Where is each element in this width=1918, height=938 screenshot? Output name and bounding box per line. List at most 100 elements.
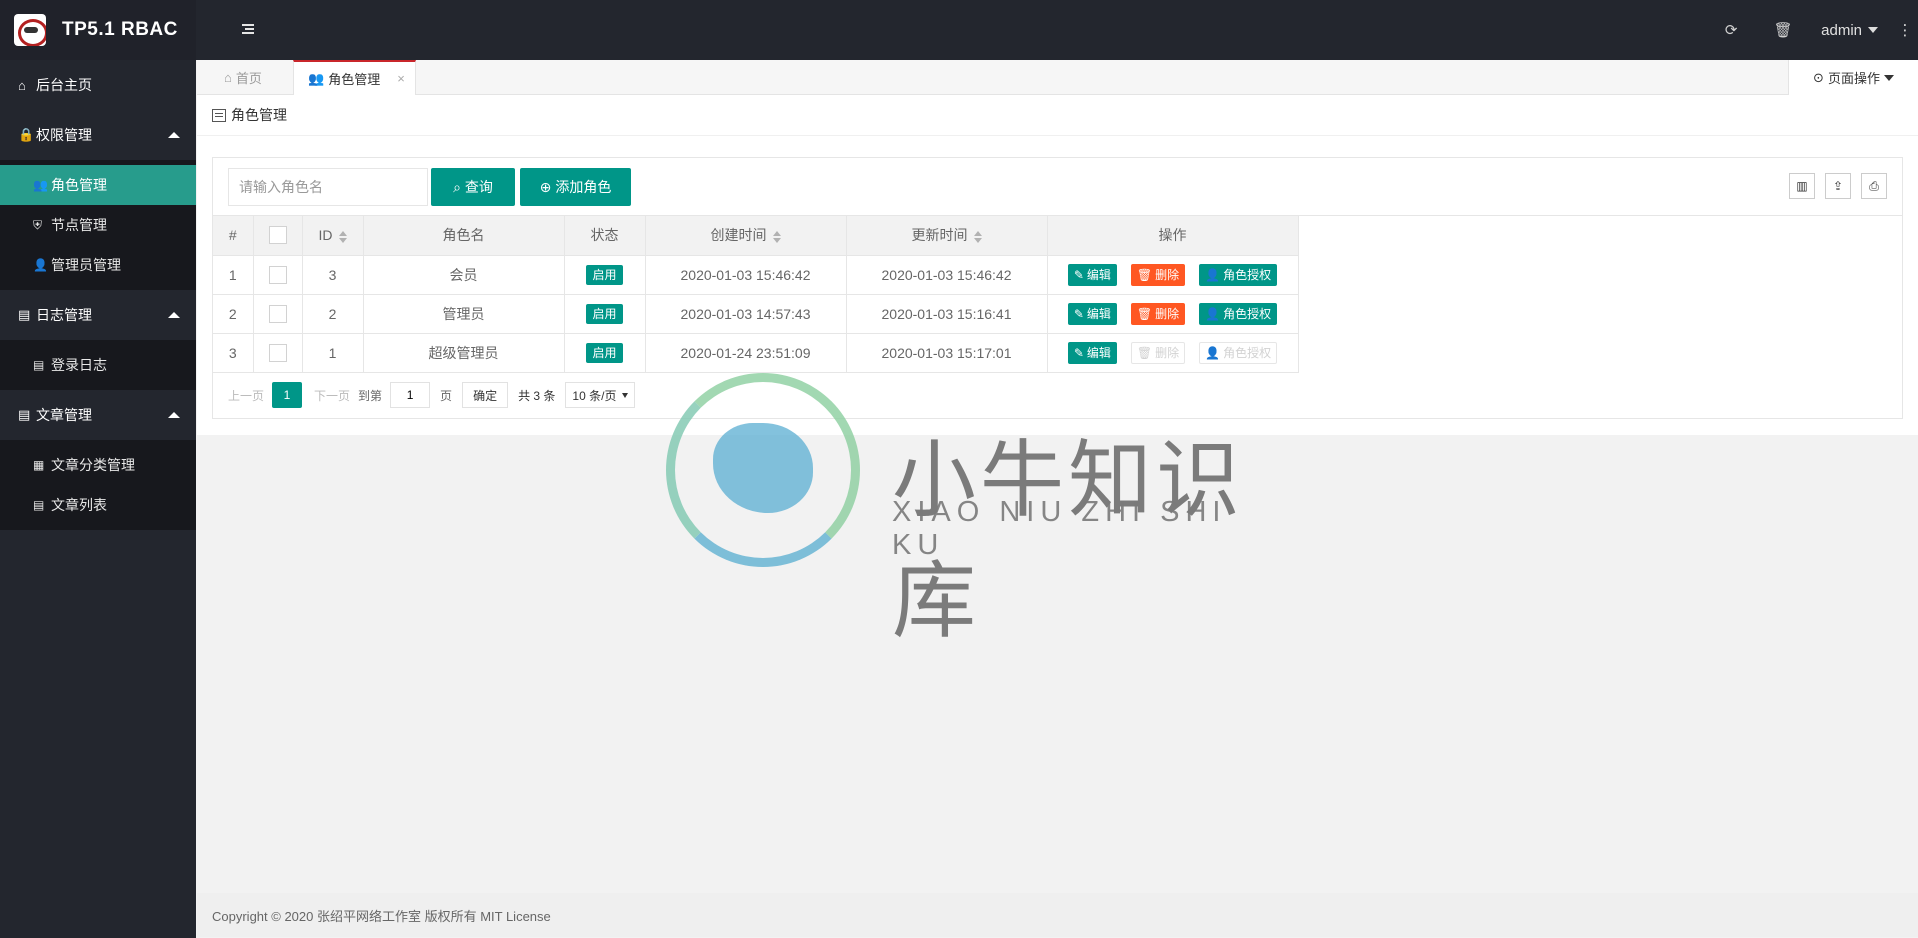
cell-id: 2 (302, 294, 364, 334)
page-operations-button[interactable]: ⊙ 页面操作 (1788, 60, 1918, 95)
sidebar-group-article[interactable]: ▤ 文章管理 (0, 390, 196, 440)
sidebar-item-role[interactable]: 👥 角色管理 (0, 165, 196, 205)
sidebar-item-label: 文章列表 (51, 497, 107, 513)
chevron-up-icon (168, 132, 180, 138)
edit-icon: ✎ (1073, 306, 1084, 321)
print-icon[interactable]: ⎙ (1861, 173, 1887, 199)
authorize-button[interactable]: 👤 角色授权 (1199, 263, 1278, 286)
col-actions: 操作 (1047, 216, 1299, 256)
edit-button[interactable]: ✎ 编辑 (1067, 263, 1117, 286)
trash-icon: 🗑 (1136, 345, 1153, 360)
user-icon: 👤 (1205, 267, 1221, 282)
col-id[interactable]: ID (302, 216, 364, 256)
submenu-log: ▤ 登录日志 (0, 340, 196, 390)
search-button[interactable]: ⌕ 查询 (431, 168, 515, 206)
cell-id: 3 (302, 255, 364, 295)
chevron-down-icon (622, 392, 629, 398)
sidebar-group-log[interactable]: ▤ 日志管理 (0, 290, 196, 340)
search-button-label: 查询 (464, 179, 493, 195)
edit-button[interactable]: ✎ 编辑 (1067, 302, 1117, 325)
list-icon (212, 108, 226, 122)
sidebar-item-article-list[interactable]: ▤ 文章列表 (0, 485, 196, 525)
close-icon[interactable]: × (397, 71, 405, 86)
sidebar-item-node[interactable]: ⛨ 节点管理 (0, 205, 196, 245)
authorize-button[interactable]: 👤 角色授权 (1199, 302, 1278, 325)
authorize-label: 角色授权 (1223, 306, 1272, 321)
sidebar-item-home[interactable]: ⌂ 后台主页 (0, 60, 196, 110)
sidebar-item-login-log[interactable]: ▤ 登录日志 (0, 345, 196, 385)
delete-label: 删除 (1155, 345, 1180, 360)
status-badge: 启用 (586, 264, 623, 285)
tab-label: 首页 (235, 71, 262, 86)
row-checkbox[interactable] (268, 265, 287, 284)
more-icon[interactable]: ⋮ (1892, 0, 1918, 60)
authorize-label: 角色授权 (1223, 267, 1272, 282)
total-count: 共 3 条 (518, 388, 556, 403)
page-title: 角色管理 (231, 107, 287, 123)
col-label: ID (318, 227, 333, 244)
sidebar-item-article-category[interactable]: ▦ 文章分类管理 (0, 445, 196, 485)
columns-icon[interactable]: ▥ (1789, 173, 1815, 199)
tab-home[interactable]: ⌂ 首页 (197, 60, 293, 95)
next-page-button[interactable]: 下一页 (314, 387, 350, 404)
col-index: # (213, 216, 254, 256)
page-size-select[interactable]: 10 条/页 (565, 382, 636, 408)
sidebar-item-admin[interactable]: 👤 管理员管理 (0, 245, 196, 285)
add-role-button[interactable]: ⊕ 添加角色 (520, 168, 631, 206)
authorize-button-disabled: 👤 角色授权 (1199, 341, 1278, 364)
table-row: 3 1 超级管理员 启用 2020-01-24 23:51:09 2020-01… (213, 333, 1299, 373)
cell-created: 2020-01-24 23:51:09 (645, 333, 847, 373)
sidebar-item-label: 登录日志 (51, 357, 107, 373)
tab-role-management[interactable]: 👥 角色管理 × (293, 60, 416, 95)
divider (197, 135, 1918, 136)
prev-page-button[interactable]: 上一页 (228, 387, 264, 404)
col-created[interactable]: 创建时间 (645, 216, 847, 256)
logo[interactable]: TP5.1 RBAC (0, 0, 196, 60)
home-icon: ⌂ (224, 70, 232, 85)
cell-checkbox (253, 294, 303, 334)
row-checkbox[interactable] (268, 304, 287, 323)
cell-status: 启用 (564, 333, 646, 373)
sidebar-group-label: 权限管理 (36, 127, 92, 143)
cell-name: 会员 (363, 255, 565, 295)
refresh-icon[interactable]: ⟳ (1705, 0, 1757, 60)
delete-button[interactable]: 🗑 删除 (1130, 302, 1186, 325)
user-menu[interactable]: admin (1809, 22, 1892, 39)
document-icon: ▤ (33, 498, 45, 512)
file-icon: ▤ (18, 407, 31, 422)
watermark-text: 小牛知识库 (892, 431, 1245, 650)
delete-button-disabled: 🗑 删除 (1130, 341, 1186, 364)
select-all-checkbox[interactable] (268, 226, 287, 245)
trash-icon[interactable]: 🗑 (1757, 0, 1809, 60)
row-checkbox[interactable] (268, 343, 287, 362)
table-toolbar: ⌕ 查询 ⊕ 添加角色 ▥ ⇪ ⎙ (213, 158, 1902, 216)
goto-page-input[interactable] (390, 382, 431, 408)
sidebar-group-permission[interactable]: 🔒 权限管理 (0, 110, 196, 160)
cell-checkbox (253, 333, 303, 373)
delete-button[interactable]: 🗑 删除 (1130, 263, 1186, 286)
bull-icon (713, 423, 813, 513)
cell-index: 2 (213, 294, 254, 334)
logo-icon (14, 14, 46, 46)
add-circle-icon: ⊕ (539, 178, 552, 195)
cell-updated: 2020-01-03 15:46:42 (846, 255, 1048, 295)
edit-button[interactable]: ✎ 编辑 (1067, 341, 1117, 364)
col-updated[interactable]: 更新时间 (846, 216, 1048, 256)
sidebar-group-label: 日志管理 (36, 307, 92, 323)
chevron-down-icon (1868, 27, 1878, 33)
sidebar-item-label: 管理员管理 (51, 257, 121, 273)
user-icon: 👤 (1205, 306, 1221, 321)
chevron-up-icon (168, 312, 180, 318)
delete-label: 删除 (1155, 306, 1180, 321)
export-icon[interactable]: ⇪ (1825, 173, 1851, 199)
page-number-current[interactable]: 1 (272, 382, 303, 408)
search-input[interactable] (228, 168, 428, 206)
table-row: 2 2 管理员 启用 2020-01-03 14:57:43 2020-01-0… (213, 294, 1299, 334)
watermark-subtext: XIAO NIU ZHI SHI KU (892, 496, 1227, 561)
sort-icon (973, 230, 982, 243)
col-label: 创建时间 (710, 227, 767, 244)
goto-label: 到第 (358, 388, 383, 403)
menu-toggle-icon[interactable] (240, 21, 256, 37)
user-icon: 👤 (1205, 345, 1221, 360)
goto-confirm-button[interactable]: 确定 (462, 382, 509, 408)
